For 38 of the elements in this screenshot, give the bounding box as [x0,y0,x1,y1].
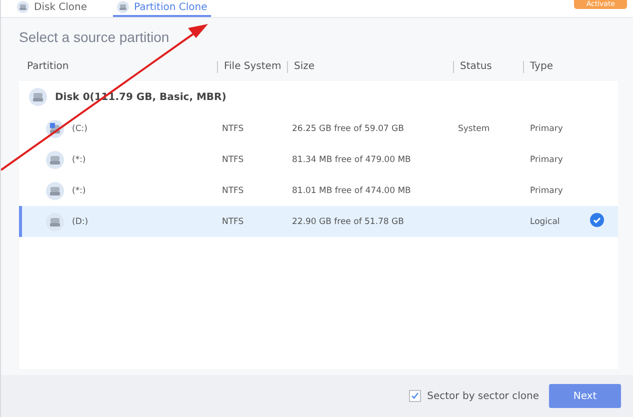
heading: Select a source partition [18,28,170,47]
partition-row[interactable]: (D:) NTFS 22.90 GB free of 51.78 GB Logical [19,206,618,237]
column-header: File System [217,61,287,73]
check-icon [590,213,604,227]
table-cell-text: NTFS [221,216,245,226]
checkbox[interactable] [409,390,422,402]
table-cell-text: Logical [529,216,561,226]
table-cell-text: 22.90 GB free of 51.78 GB [291,216,405,226]
table-cell-text: Primary [529,154,564,164]
tab[interactable]: Partition Clone [113,0,212,17]
drive-icon [46,182,64,200]
partition-row[interactable]: (*:) NTFS 81.01 MB free of 474.00 MB Primary [19,175,618,206]
table-cell-text: 81.01 MB free of 474.00 MB [291,186,412,196]
partition-row[interactable]: (*:) NTFS 81.34 MB free of 479.00 MB Primary [19,144,618,175]
drive-icon [46,150,64,168]
table-cell-text: Primary [529,124,564,134]
table-cell-text: 26.25 GB free of 59.07 GB [291,124,405,134]
column-header: Type [523,61,618,73]
table-cell-text: NTFS [221,154,245,164]
table-cell-text: (C:) [71,124,88,134]
checkmark-icon [411,392,420,400]
column-header: Partition [26,61,70,73]
table-cell-text: (*:) [71,154,86,164]
column-header: Status [453,61,523,73]
table-cell-text: (*:) [71,186,86,196]
table-cell-text: NTFS [221,186,245,196]
table-cell-text: 81.34 MB free of 479.00 MB [291,154,412,164]
column-header: Size [287,61,453,73]
partition-row[interactable]: (C:) NTFS 26.25 GB free of 59.07 GB System Primary [19,113,618,144]
table-cell-text: NTFS [221,124,245,134]
drive-icon [29,88,47,106]
table-cell-text: Primary [529,186,564,196]
tab[interactable]: Disk Clone [13,0,92,17]
system-drive-icon [46,120,64,138]
checkbox-label: Sector by sector clone [427,390,539,402]
drive-icon [46,212,64,230]
table-cell-text: System [457,124,490,134]
table-cell-text: (D:) [71,216,88,226]
